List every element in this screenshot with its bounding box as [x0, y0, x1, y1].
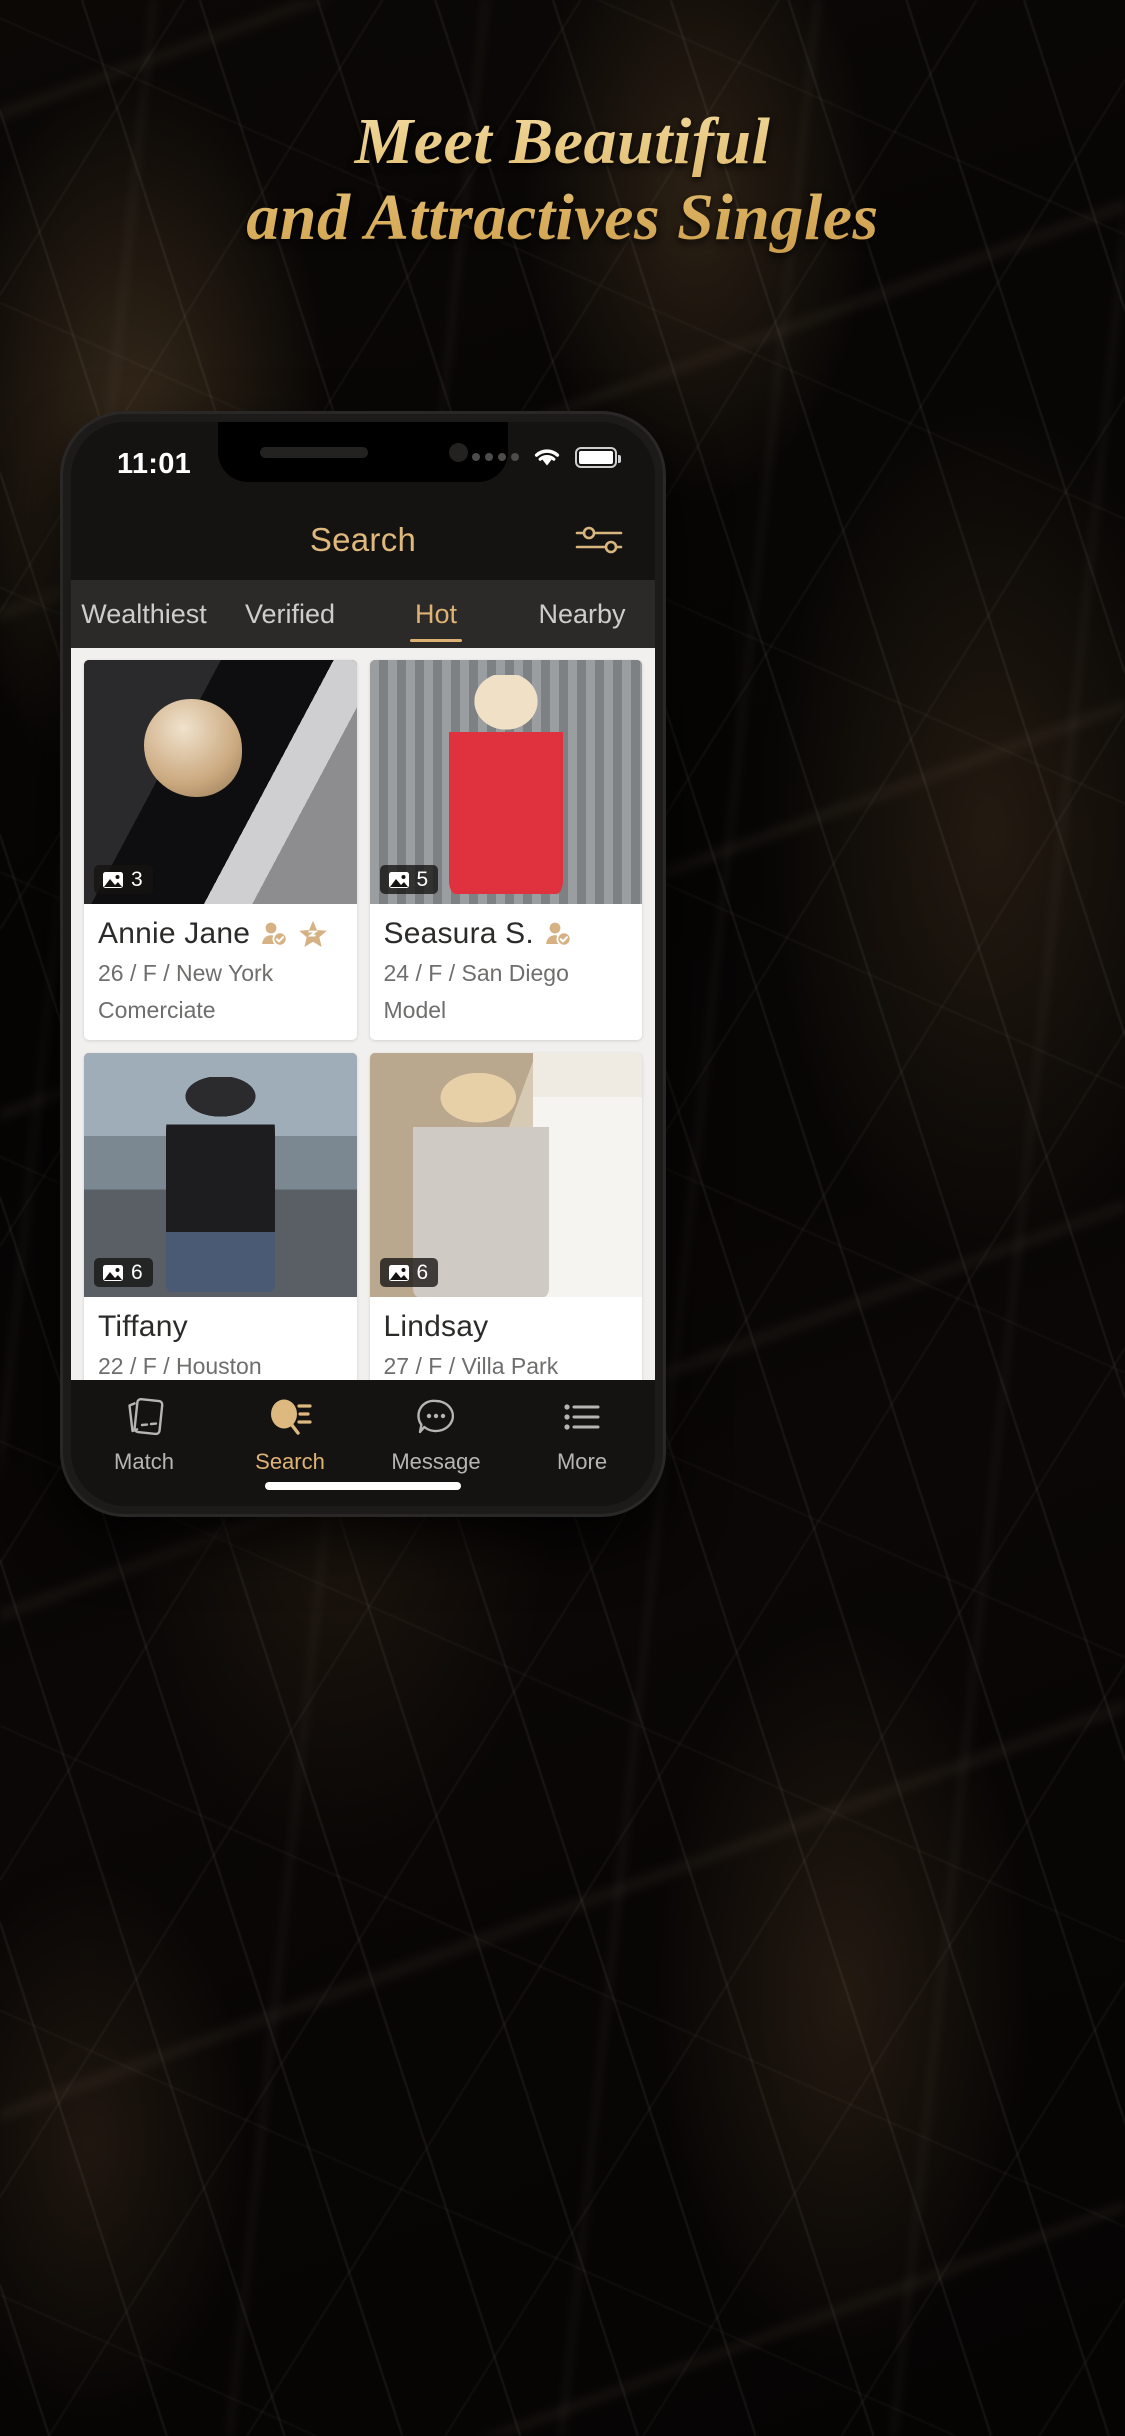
- nav-label: Match: [114, 1449, 174, 1474]
- tab-hot[interactable]: Hot: [363, 580, 509, 648]
- profile-list: 3 Annie Jane 26 / F / New York Comerciat…: [71, 648, 655, 1380]
- profile-card[interactable]: 6 Tiffany 22 / F / Houston Model: [84, 1053, 357, 1380]
- profile-name-row: Tiffany: [98, 1310, 343, 1344]
- photo-count-badge: 6: [94, 1258, 153, 1287]
- tab-verified[interactable]: Verified: [217, 580, 363, 648]
- image-icon: [103, 1264, 123, 1281]
- cellular-signal-icon: [472, 453, 519, 461]
- list-icon: [559, 1394, 605, 1440]
- sliders-icon[interactable]: [573, 520, 625, 560]
- cards-icon: [123, 1394, 165, 1440]
- profile-card[interactable]: 6 Lindsay 27 / F / Villa Park Btech Civi…: [369, 1053, 643, 1380]
- nav-item-match[interactable]: Match: [71, 1394, 217, 1475]
- verified-user-icon: [546, 922, 572, 947]
- hero-headline: Meet Beautiful and Attractives Singles: [0, 104, 1125, 256]
- status-bar-indicators: [472, 446, 621, 468]
- hero-headline-line1: Meet Beautiful: [354, 105, 771, 178]
- profile-photo[interactable]: 5: [369, 660, 642, 904]
- profile-name: Tiffany: [98, 1310, 188, 1343]
- photo-count: 5: [416, 868, 429, 891]
- nav-item-search[interactable]: Search: [217, 1394, 363, 1475]
- battery-icon: [575, 446, 621, 468]
- profile-occupation: Model: [383, 997, 447, 1023]
- profile-name-row: Lindsay: [384, 1310, 629, 1344]
- page-title: Search: [309, 521, 417, 558]
- profile-meta: 27 / F / Villa Park: [383, 1353, 559, 1379]
- nav-item-message[interactable]: Message: [363, 1394, 509, 1475]
- tab-label: Nearby: [538, 598, 626, 629]
- profile-name-row: Seasura S.: [384, 917, 629, 951]
- tab-wealthiest[interactable]: Wealthiest: [71, 580, 217, 648]
- profile-meta: 26 / F / New York: [98, 960, 274, 986]
- photo-count: 6: [416, 1261, 429, 1284]
- photo-count: 3: [131, 868, 143, 891]
- profile-name: Lindsay: [383, 1310, 489, 1343]
- profile-name: Seasura S.: [383, 917, 534, 950]
- status-bar-time: 11:01: [117, 448, 192, 480]
- profile-info: Tiffany 22 / F / Houston Model: [84, 1297, 357, 1380]
- speaker-icon: [260, 447, 368, 458]
- front-camera-icon: [449, 443, 468, 462]
- phone-mockup: 11:01 Search Wealthiest Verified Hot Nea…: [63, 414, 663, 1514]
- photo-count-badge: 6: [379, 1258, 439, 1287]
- notch: [218, 422, 508, 482]
- photo-count-badge: 3: [94, 865, 153, 894]
- profile-name: Annie Jane: [98, 917, 251, 950]
- nav-label: More: [556, 1449, 608, 1474]
- tab-label: Hot: [414, 598, 458, 629]
- profile-occupation: Comerciate: [98, 997, 216, 1023]
- profile-card[interactable]: 3 Annie Jane 26 / F / New York Comerciat…: [84, 660, 357, 1040]
- profile-info: Annie Jane 26 / F / New York Comerciate: [84, 904, 357, 1040]
- image-icon: [388, 871, 409, 888]
- star-badge-icon: [299, 920, 327, 947]
- nav-item-more[interactable]: More: [509, 1394, 655, 1475]
- nav-label: Search: [255, 1449, 325, 1474]
- photo-count-badge: 5: [379, 865, 439, 894]
- profile-info: Seasura S. 24 / F / San Diego Model: [370, 904, 643, 1040]
- profile-meta: 24 / F / San Diego: [383, 960, 569, 986]
- tab-label: Verified: [244, 598, 336, 629]
- filter-tabs: Wealthiest Verified Hot Nearby: [71, 580, 655, 648]
- search-icon: [267, 1394, 313, 1440]
- profile-info: Lindsay 27 / F / Villa Park Btech Civil: [370, 1297, 643, 1380]
- verified-user-icon: [262, 922, 288, 947]
- profile-photo[interactable]: 3: [84, 660, 357, 904]
- phone-screen: 11:01 Search Wealthiest Verified Hot Nea…: [71, 422, 655, 1506]
- wifi-icon: [534, 449, 560, 466]
- home-indicator[interactable]: [265, 1482, 461, 1490]
- nav-bar: Search: [71, 500, 655, 580]
- profile-card[interactable]: 5 Seasura S. 24 / F / San Diego Model: [369, 660, 643, 1040]
- message-icon: [413, 1394, 459, 1440]
- phone-frame: 11:01 Search Wealthiest Verified Hot Nea…: [63, 414, 663, 1514]
- tab-label: Wealthiest: [81, 598, 207, 629]
- tab-nearby[interactable]: Nearby: [509, 580, 655, 648]
- profile-photo[interactable]: 6: [84, 1053, 357, 1297]
- image-icon: [103, 871, 123, 888]
- nav-label: Message: [391, 1449, 481, 1474]
- profile-photo[interactable]: 6: [369, 1053, 642, 1297]
- status-bar: 11:01: [71, 422, 655, 500]
- image-icon: [388, 1264, 409, 1281]
- photo-count: 6: [131, 1261, 143, 1284]
- profile-name-row: Annie Jane: [98, 917, 343, 951]
- hero-headline-line2: and Attractives Singles: [246, 181, 879, 254]
- profile-meta: 22 / F / Houston: [98, 1353, 262, 1379]
